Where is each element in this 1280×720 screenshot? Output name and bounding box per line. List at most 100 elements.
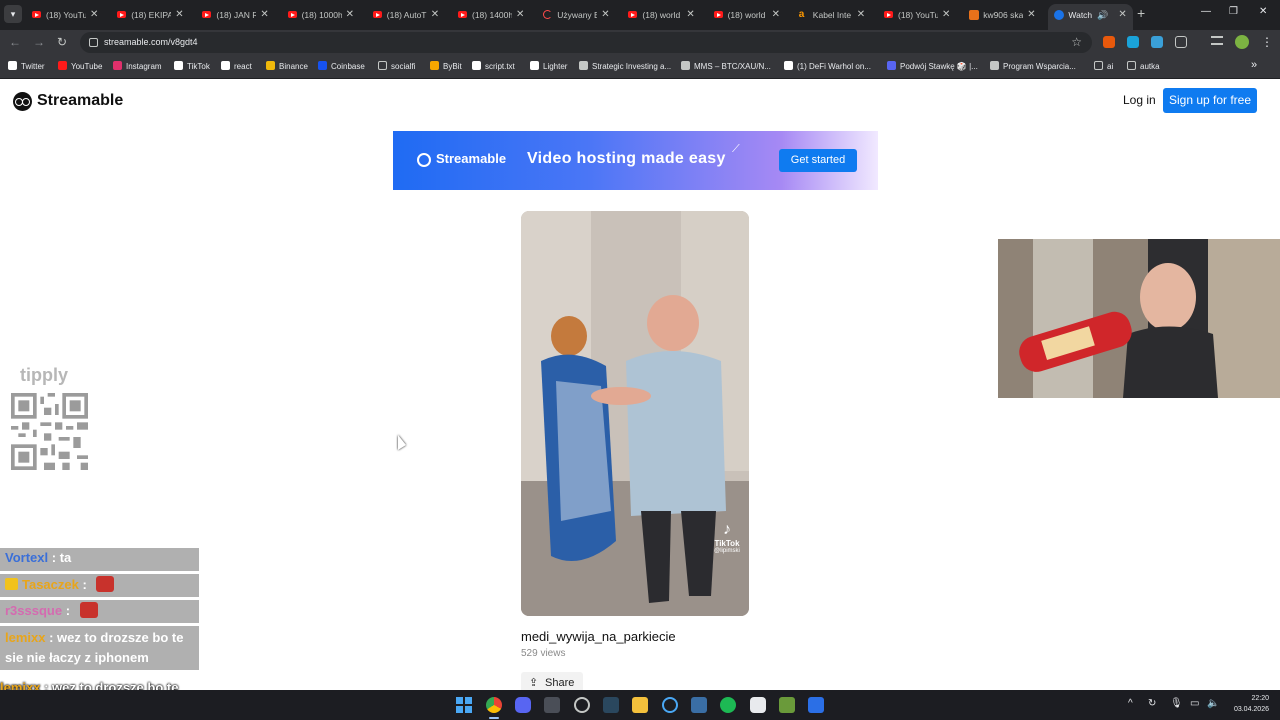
browser-tab[interactable]: (18) world ✕ xyxy=(622,4,707,26)
system-clock[interactable]: 22:20 03.04.2026 xyxy=(1229,693,1269,715)
close-tab-icon[interactable]: ✕ xyxy=(346,4,354,26)
bookmark-item[interactable]: ai xyxy=(1094,60,1113,74)
app-icon[interactable] xyxy=(808,697,824,713)
volume-icon[interactable]: 🔈 xyxy=(1207,698,1219,709)
close-tab-icon[interactable]: ✕ xyxy=(857,4,865,26)
get-started-button[interactable]: Get started xyxy=(779,149,857,172)
extension-icon[interactable] xyxy=(1127,36,1139,48)
bookmark-item[interactable]: YouTube xyxy=(58,60,102,74)
more-bookmarks-icon[interactable]: » xyxy=(1251,59,1257,71)
reload-button[interactable]: ↻ xyxy=(57,35,67,49)
browser-tab[interactable]: (18) 1400h ✕ xyxy=(452,4,537,26)
close-tab-icon[interactable]: ✕ xyxy=(260,4,268,26)
bookmark-item[interactable]: ByBit xyxy=(430,60,462,74)
banner-tagline: Video hosting made easy xyxy=(527,150,726,167)
forward-button[interactable]: → xyxy=(33,35,45,49)
minimize-button[interactable]: — xyxy=(1201,6,1211,17)
tab-audio-icon[interactable]: 🔊 xyxy=(1097,4,1108,26)
address-bar[interactable]: streamable.com/v8gdt4 ☆ xyxy=(80,32,1092,53)
emote-icon xyxy=(96,576,115,592)
bookmark-label: Binance xyxy=(279,62,308,71)
close-tab-icon[interactable]: ✕ xyxy=(942,4,950,26)
browser-tab[interactable]: a Kabel Inte ✕ xyxy=(793,4,878,26)
restore-button[interactable]: ❐ xyxy=(1229,6,1238,17)
bookmark-item[interactable]: Twitter xyxy=(8,60,45,74)
browser-menu-icon[interactable]: ⋮ xyxy=(1261,35,1273,49)
browser-tab[interactable]: (18) world ✕ xyxy=(708,4,793,26)
file-explorer-icon[interactable] xyxy=(632,697,648,713)
tray-overflow-icon[interactable]: ^ xyxy=(1128,698,1133,709)
bookmark-item[interactable]: Strategic Investing a... xyxy=(579,60,671,74)
close-tab-icon[interactable]: ✕ xyxy=(686,4,694,26)
steam-icon[interactable] xyxy=(603,697,619,713)
close-tab-icon[interactable]: ✕ xyxy=(175,4,183,26)
bookmark-label: Twitter xyxy=(21,62,45,71)
close-tab-icon[interactable]: ✕ xyxy=(1118,4,1126,26)
microphone-icon[interactable]: 🎙 xyxy=(1170,698,1183,709)
browser-tab[interactable]: (18) EKIPA ✕ xyxy=(111,4,196,26)
browser-tab[interactable]: (18) YouTu ✕ xyxy=(26,4,111,26)
close-tab-icon[interactable]: ✕ xyxy=(601,4,609,26)
bookmark-label: (1) DeFi Warhol on... xyxy=(797,62,871,71)
close-tab-icon[interactable]: ✕ xyxy=(772,4,780,26)
close-tab-icon[interactable]: ✕ xyxy=(516,4,524,26)
chrome-icon[interactable] xyxy=(486,697,502,713)
close-tab-icon[interactable]: ✕ xyxy=(431,4,439,26)
browser-tab[interactable]: (18) AutoT ✕ xyxy=(367,4,452,26)
bookmark-item[interactable]: react xyxy=(221,60,252,74)
app-icon[interactable] xyxy=(750,697,766,713)
tray-app-icon[interactable]: ↻ xyxy=(1148,698,1156,709)
bookmark-item[interactable]: Binance xyxy=(266,60,308,74)
tiktok-icon xyxy=(174,61,183,70)
extension-icon[interactable] xyxy=(1103,36,1115,48)
bookmark-item[interactable]: Program Wsparcia... xyxy=(990,60,1076,74)
chat-message: Tasaczek : xyxy=(0,574,199,597)
site-info-icon[interactable] xyxy=(89,38,98,47)
extensions-puzzle-icon[interactable] xyxy=(1175,36,1187,48)
site-icon xyxy=(969,10,980,20)
browser-tab[interactable]: (18) YouTu ✕ xyxy=(878,4,963,26)
bookmark-item[interactable]: (1) DeFi Warhol on... xyxy=(784,60,871,74)
profile-avatar[interactable] xyxy=(1235,35,1249,49)
bookmark-item[interactable]: Lighter xyxy=(530,60,567,74)
login-link[interactable]: Log in xyxy=(1123,93,1156,107)
app-icon[interactable] xyxy=(691,697,707,713)
obs-icon[interactable] xyxy=(574,697,590,713)
windows-start-icon[interactable] xyxy=(456,697,472,713)
video-player[interactable]: ♪ TikTok @lipimski xyxy=(521,211,749,616)
browser-tab[interactable]: kw906 ska ✕ xyxy=(963,4,1048,26)
spotify-icon[interactable] xyxy=(720,697,736,713)
sidebar-icon[interactable] xyxy=(1211,36,1223,45)
browser-tab[interactable]: (18) JAN R ✕ xyxy=(196,4,281,26)
bookmark-item[interactable]: Instagram xyxy=(113,60,162,74)
bookmark-star-icon[interactable]: ☆ xyxy=(1071,32,1082,53)
youtube-icon xyxy=(202,11,212,18)
network-icon[interactable]: ▭ xyxy=(1190,698,1199,709)
bookmark-item[interactable]: TikTok xyxy=(174,60,210,74)
back-button[interactable]: ← xyxy=(9,35,21,49)
close-tab-icon[interactable]: ✕ xyxy=(90,4,98,26)
new-tab-button[interactable]: + xyxy=(1137,5,1145,21)
bookmark-item[interactable]: autka xyxy=(1127,60,1160,74)
promo-banner[interactable]: Streamable Video hosting made easy ⟋ Get… xyxy=(393,131,878,190)
browser-tab[interactable]: Używany E ✕ xyxy=(537,4,622,26)
browser-tab[interactable]: Watch 🔊 ✕ xyxy=(1048,4,1134,30)
close-window-button[interactable]: ✕ xyxy=(1259,6,1267,17)
app-icon[interactable] xyxy=(662,697,678,713)
bookmark-item[interactable]: MMS – BTC/XAU/N... xyxy=(681,60,771,74)
close-tab-icon[interactable]: ✕ xyxy=(1027,4,1035,26)
app-icon[interactable] xyxy=(544,697,560,713)
binance-icon xyxy=(266,61,275,70)
browser-tab[interactable]: (18) 1000h ✕ xyxy=(282,4,367,26)
bookmark-item[interactable]: Coinbase xyxy=(318,60,365,74)
game-icon[interactable] xyxy=(779,697,795,713)
tab-search-button[interactable]: ▾ xyxy=(4,5,22,23)
bookmark-item[interactable]: Podwój Stawkę 🎲 |... xyxy=(887,60,978,74)
discord-icon[interactable] xyxy=(515,697,531,713)
share-button[interactable]: ⇪ Share xyxy=(521,672,583,690)
signup-button[interactable]: Sign up for free xyxy=(1163,88,1257,113)
bookmark-item[interactable]: socialfi xyxy=(378,60,415,74)
mouse-cursor xyxy=(398,435,406,450)
extension-icon[interactable] xyxy=(1151,36,1163,48)
bookmark-item[interactable]: script.txt xyxy=(472,60,515,74)
